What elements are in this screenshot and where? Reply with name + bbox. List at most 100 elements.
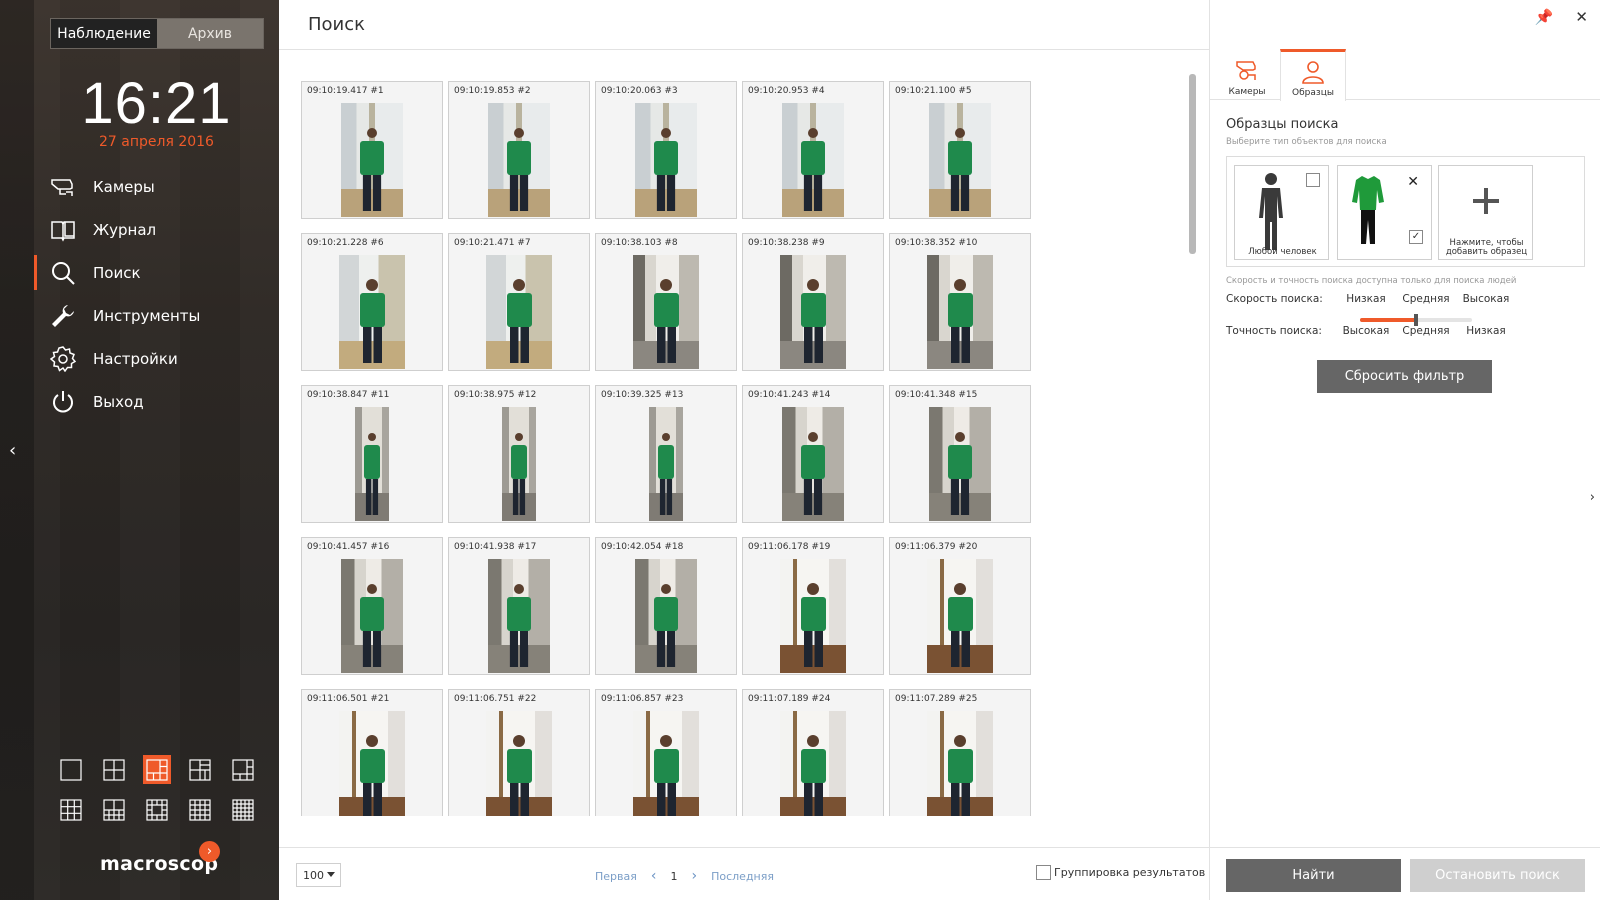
layout-1plus5-button[interactable]: [143, 755, 171, 784]
result-card[interactable]: 09:10:20.953 #4: [742, 81, 884, 219]
result-card[interactable]: 09:11:07.189 #24: [742, 689, 884, 816]
tab-cameras[interactable]: Камеры: [1214, 49, 1280, 100]
result-thumbnail: [633, 711, 699, 816]
result-timestamp: 09:11:06.857 #23: [601, 694, 684, 704]
layout-4x4-icon: [189, 798, 211, 821]
accuracy-option-medium[interactable]: Средняя: [1396, 325, 1456, 337]
remove-sample-icon[interactable]: ✕: [1407, 174, 1419, 190]
result-card[interactable]: 09:11:06.501 #21: [301, 689, 443, 816]
result-thumbnail: [780, 711, 846, 816]
group-results-toggle[interactable]: Группировка результатов: [1036, 865, 1205, 880]
person-thumbnail-figure: [633, 735, 699, 816]
speed-option-medium[interactable]: Средняя: [1396, 293, 1456, 305]
result-card[interactable]: 09:11:06.751 #22: [448, 689, 590, 816]
group-results-checkbox[interactable]: [1036, 865, 1051, 880]
date: 27 апреля 2016: [99, 134, 214, 150]
sample-checkbox[interactable]: [1306, 173, 1320, 187]
first-page-link[interactable]: Первая: [595, 870, 637, 883]
result-card[interactable]: 09:10:19.417 #1: [301, 81, 443, 219]
add-sample-button[interactable]: Нажмите, чтобы добавить образец: [1438, 165, 1533, 260]
result-card[interactable]: 09:10:21.471 #7: [448, 233, 590, 371]
mode-surveillance-button[interactable]: Наблюдение: [51, 19, 157, 48]
close-icon[interactable]: ✕: [1575, 8, 1588, 26]
result-card[interactable]: 09:10:42.054 #18: [595, 537, 737, 675]
layout-1plus5-icon: [146, 758, 168, 781]
result-timestamp: 09:10:38.352 #10: [895, 238, 978, 248]
result-card[interactable]: 09:10:38.238 #9: [742, 233, 884, 371]
layout-1plus7-button[interactable]: [229, 755, 257, 784]
person-thumbnail-figure: [341, 128, 403, 217]
result-thumbnail: [355, 407, 389, 521]
result-card[interactable]: 09:10:41.457 #16: [301, 537, 443, 675]
result-card[interactable]: 09:10:39.325 #13: [595, 385, 737, 523]
result-card[interactable]: 09:11:06.379 #20: [889, 537, 1031, 675]
person-thumbnail-figure: [780, 735, 846, 816]
layout-1x1-icon: [60, 758, 82, 781]
layout-4x4-button[interactable]: [186, 795, 214, 824]
accuracy-option-low[interactable]: Низкая: [1456, 325, 1516, 337]
clock: 16:21: [81, 71, 232, 136]
collapse-sidebar-icon[interactable]: ‹: [9, 440, 16, 461]
result-timestamp: 09:10:42.054 #18: [601, 542, 684, 552]
accuracy-option-high[interactable]: Высокая: [1336, 325, 1396, 337]
nav-item-search[interactable]: Поиск: [34, 251, 279, 294]
prev-page-icon[interactable]: ‹: [651, 868, 657, 884]
result-card[interactable]: 09:10:19.853 #2: [448, 81, 590, 219]
search-results-area: Поиск 09:10:19.417 #1 09:10:19.853 #2 09:1…: [279, 0, 1209, 900]
result-card[interactable]: 09:11:06.178 #19: [742, 537, 884, 675]
tab-samples[interactable]: Образцы: [1280, 49, 1346, 101]
result-thumbnail: [782, 103, 844, 217]
expand-panel-icon[interactable]: ›: [1590, 490, 1595, 505]
nav-item-journal[interactable]: Журнал: [34, 208, 279, 251]
result-card[interactable]: 09:10:38.103 #8: [595, 233, 737, 371]
result-timestamp: 09:10:21.100 #5: [895, 86, 972, 96]
nav-item-exit[interactable]: Выход: [34, 380, 279, 423]
result-card[interactable]: 09:10:41.243 #14: [742, 385, 884, 523]
results-footer: 100 Первая ‹ 1 › Последняя Группировка р…: [279, 847, 1209, 900]
result-card[interactable]: 09:10:21.228 #6: [301, 233, 443, 371]
nav-label: Инструменты: [93, 306, 201, 325]
nav-item-settings[interactable]: Настройки: [34, 337, 279, 380]
sample-custom-outfit[interactable]: ✕ ✓: [1337, 165, 1432, 260]
per-page-select[interactable]: 100: [296, 863, 341, 887]
result-thumbnail: [927, 559, 993, 673]
result-card[interactable]: 09:10:20.063 #3: [595, 81, 737, 219]
speed-option-low[interactable]: Низкая: [1336, 293, 1396, 305]
nav-item-cameras[interactable]: Камеры: [34, 165, 279, 208]
person-thumbnail-figure: [486, 279, 552, 369]
result-card[interactable]: 09:10:38.352 #10: [889, 233, 1031, 371]
layout-1x1-button[interactable]: [57, 755, 85, 784]
layout-3x3-button[interactable]: [57, 795, 85, 824]
find-button[interactable]: Найти: [1226, 859, 1401, 892]
results-scrollbar[interactable]: [1189, 74, 1196, 254]
mode-archive-button[interactable]: Архив: [157, 19, 263, 48]
nav-item-tools[interactable]: Инструменты: [34, 294, 279, 337]
layout-2plus8-button[interactable]: [100, 795, 128, 824]
last-page-link[interactable]: Последняя: [711, 870, 774, 883]
reset-filter-button[interactable]: Сбросить фильтр: [1317, 360, 1492, 393]
result-card[interactable]: 09:10:21.100 #5: [889, 81, 1031, 219]
speed-accuracy-slider[interactable]: [1360, 314, 1472, 326]
book-icon: [51, 220, 75, 242]
layout-2x2-button[interactable]: [100, 755, 128, 784]
person-thumbnail-figure: [341, 584, 403, 673]
layout-5x5-button[interactable]: [229, 795, 257, 824]
result-card[interactable]: 09:10:41.938 #17: [448, 537, 590, 675]
layout-1plus3-button[interactable]: [186, 755, 214, 784]
layout-2plus8-icon: [103, 798, 125, 821]
result-timestamp: 09:11:06.501 #21: [307, 694, 390, 704]
sample-any-person[interactable]: Любой человек: [1234, 165, 1329, 260]
result-card[interactable]: 09:10:38.975 #12: [448, 385, 590, 523]
result-card[interactable]: 09:11:06.857 #23: [595, 689, 737, 816]
result-card[interactable]: 09:10:38.847 #11: [301, 385, 443, 523]
result-card[interactable]: 09:10:41.348 #15: [889, 385, 1031, 523]
person-thumbnail-figure: [486, 735, 552, 816]
speed-option-high[interactable]: Высокая: [1456, 293, 1516, 305]
layout-1plus12-button[interactable]: [143, 795, 171, 824]
pin-icon[interactable]: 📌: [1535, 8, 1554, 26]
result-card[interactable]: 09:11:07.289 #25: [889, 689, 1031, 816]
accuracy-row: Точность поиска: Высокая Средняя Низкая: [1226, 325, 1516, 337]
stop-search-button[interactable]: Остановить поиск: [1410, 859, 1585, 892]
next-page-icon[interactable]: ›: [691, 868, 697, 884]
sample-checkbox-checked[interactable]: ✓: [1409, 230, 1423, 244]
